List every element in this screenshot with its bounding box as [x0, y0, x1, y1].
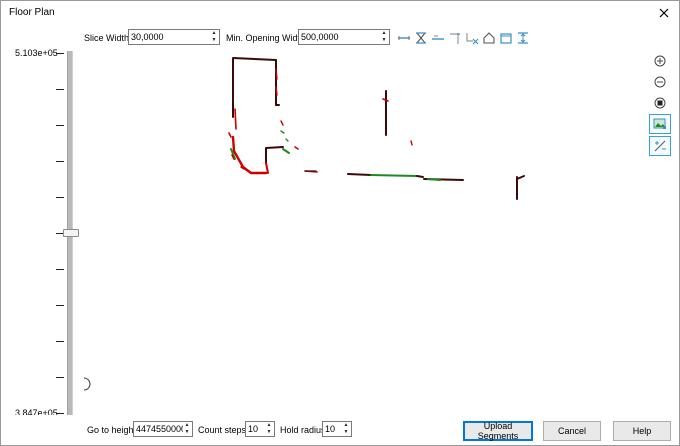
house-icon[interactable] — [482, 31, 496, 45]
cancel-button[interactable]: Cancel — [543, 421, 601, 441]
view-controls-panel — [641, 49, 679, 415]
wall-segment — [370, 174, 418, 177]
slice-width-arrows[interactable]: ▲ ▼ — [209, 30, 219, 44]
slider-tick — [56, 197, 64, 198]
zoom-in-icon — [654, 55, 666, 67]
upload-segments-button[interactable]: Upload Segments — [463, 421, 533, 441]
wall-segment — [280, 130, 289, 142]
slider-tick — [56, 89, 64, 90]
toolbar: Slice Width: ▲ ▼ Min. Opening Width: ▲ ▼ — [1, 25, 679, 49]
window-icon[interactable] — [499, 31, 513, 45]
slider-tick — [56, 413, 64, 414]
wall-segment — [265, 146, 284, 164]
image-layer-button[interactable] — [649, 114, 671, 134]
rotate-handle-icon[interactable] — [81, 376, 95, 392]
slider-tick — [56, 305, 64, 306]
wall-segment — [427, 178, 441, 181]
door-icon[interactable] — [516, 31, 530, 45]
go-to-height-arrows[interactable]: ▲ ▼ — [182, 422, 192, 436]
segment-tool-icon[interactable] — [431, 31, 445, 45]
spin-down-icon[interactable]: ▼ — [341, 429, 351, 436]
hold-radius-input[interactable] — [323, 422, 342, 436]
wall-segment — [234, 108, 237, 130]
spin-up-icon[interactable]: ▲ — [209, 30, 219, 37]
wall-segment — [294, 146, 318, 173]
slider-tick — [56, 125, 64, 126]
spin-down-icon[interactable]: ▼ — [264, 429, 274, 436]
hourglass-tool-icon[interactable] — [414, 31, 428, 45]
min-opening-width-spinbox[interactable]: ▲ ▼ — [298, 29, 390, 45]
image-layer-icon — [653, 118, 666, 129]
stop-icon — [654, 97, 666, 109]
go-to-height-label: Go to height: — [87, 425, 139, 435]
hold-radius-arrows[interactable]: ▲ ▼ — [341, 422, 351, 436]
slider-max-label: 5.103e+05 — [15, 48, 58, 58]
bottom-bar: Go to height: ▲ ▼ Count steps: ▲ ▼ Hold … — [1, 415, 679, 445]
min-opening-width-input[interactable] — [299, 30, 379, 44]
slider-tick — [56, 377, 64, 378]
wall-segment — [232, 57, 277, 61]
slice-width-label: Slice Width: — [84, 33, 132, 43]
line-tool-icon[interactable] — [397, 31, 411, 45]
corner-tool-icon[interactable] — [448, 31, 462, 45]
wall-segment — [382, 98, 389, 102]
count-steps-label: Count steps: — [198, 425, 249, 435]
spin-up-icon[interactable]: ▲ — [182, 422, 192, 429]
slider-tick — [56, 161, 64, 162]
wall-segment — [265, 162, 269, 174]
stop-button[interactable] — [649, 93, 671, 113]
window-title: Floor Plan — [9, 7, 55, 18]
spin-down-icon[interactable]: ▼ — [379, 37, 389, 44]
zoom-in-button[interactable] — [649, 51, 671, 71]
min-opening-width-label: Min. Opening Width: — [226, 33, 308, 43]
slice-width-input[interactable] — [129, 30, 209, 44]
wall-segment — [416, 175, 424, 178]
min-opening-arrows[interactable]: ▲ ▼ — [379, 30, 389, 44]
delete-corner-icon[interactable] — [465, 31, 479, 45]
help-button[interactable]: Help — [613, 421, 671, 441]
edit-segments-button[interactable] — [649, 136, 671, 156]
spin-down-icon[interactable]: ▼ — [182, 429, 192, 436]
close-button[interactable] — [649, 1, 679, 25]
wall-segment — [280, 120, 284, 126]
floor-plan-drawing — [228, 57, 525, 200]
wall-segment — [347, 173, 372, 176]
hold-radius-label: Hold radius — [280, 425, 326, 435]
slider-tick — [56, 53, 64, 54]
wall-segment — [516, 175, 525, 180]
title-bar: Floor Plan — [1, 1, 679, 25]
zoom-out-icon — [654, 76, 666, 88]
slider-tick — [56, 341, 64, 342]
spin-up-icon[interactable]: ▲ — [379, 30, 389, 37]
slice-width-spinbox[interactable]: ▲ ▼ — [128, 29, 220, 45]
height-slider-thumb[interactable] — [63, 229, 79, 237]
floor-plan-window: Floor Plan Slice Width: ▲ ▼ Min. Opening… — [0, 0, 680, 446]
wall-segment — [282, 148, 290, 154]
count-steps-spinbox[interactable]: ▲ ▼ — [245, 421, 275, 437]
count-steps-arrows[interactable]: ▲ ▼ — [264, 422, 274, 436]
wall-segment — [410, 140, 413, 146]
go-to-height-input[interactable] — [134, 422, 183, 436]
close-icon — [659, 8, 669, 18]
count-steps-input[interactable] — [246, 422, 265, 436]
slider-tick — [56, 269, 64, 270]
spin-up-icon[interactable]: ▲ — [341, 422, 351, 429]
spin-up-icon[interactable]: ▲ — [264, 422, 274, 429]
wall-segment — [231, 135, 268, 175]
go-to-height-spinbox[interactable]: ▲ ▼ — [133, 421, 193, 437]
edit-segments-icon — [654, 140, 666, 152]
hold-radius-spinbox[interactable]: ▲ ▼ — [322, 421, 352, 437]
spin-down-icon[interactable]: ▼ — [209, 37, 219, 44]
zoom-out-button[interactable] — [649, 72, 671, 92]
floor-plan-canvas[interactable] — [83, 49, 641, 415]
